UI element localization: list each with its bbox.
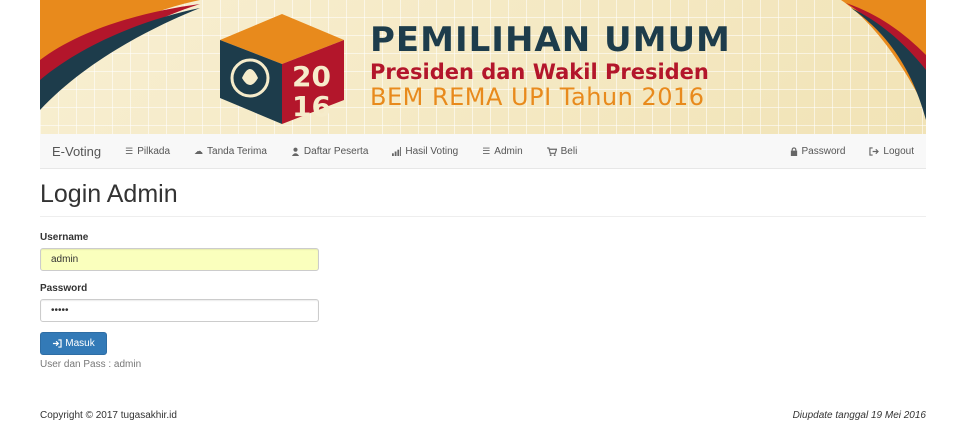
nav-item-label: Password (801, 145, 846, 157)
nav-item-hasil-voting[interactable]: Hasil Voting (380, 146, 470, 157)
nav-item-admin[interactable]: ☰ Admin (470, 146, 534, 157)
logo-year-bottom: 16 (292, 90, 331, 123)
page-title: Login Admin (40, 180, 178, 208)
password-label: Password (40, 283, 88, 294)
nav-item-label: Daftar Peserta (303, 145, 369, 157)
navbar-brand[interactable]: E-Voting (40, 144, 113, 159)
header-banner: 20 16 PEMILIHAN UMUM Presiden dan Wakil … (40, 0, 926, 134)
nav-item-password[interactable]: Password (778, 146, 858, 157)
right-swoosh-decoration (841, 0, 926, 120)
footer-copyright: Copyright © 2017 tugasakhir.id (40, 410, 177, 421)
banner-subtitle-year: BEM REMA UPI Tahun 2016 (370, 83, 705, 111)
password-field[interactable] (40, 299, 319, 322)
nav-item-label: Hasil Voting (405, 145, 459, 157)
left-swoosh-decoration (40, 0, 200, 110)
banner-subtitle: Presiden dan Wakil Presiden (370, 60, 709, 84)
logout-icon (869, 146, 880, 156)
cloud-icon: ☁ (194, 145, 204, 156)
footer-updated: Diupdate tanggal 19 Mei 2016 (792, 410, 926, 421)
navbar: E-Voting ☰ Pilkada ☁ Tanda Terima Daftar… (40, 134, 926, 169)
nav-item-pilkada[interactable]: ☰ Pilkada (113, 146, 182, 157)
banner-title: PEMILIHAN UMUM (370, 20, 731, 60)
nav-item-label: Logout (883, 145, 914, 157)
nav-item-label: Pilkada (137, 145, 171, 157)
nav-item-label: Beli (560, 145, 578, 157)
login-icon (52, 339, 62, 348)
login-hint: User dan Pass : admin (40, 359, 142, 370)
nav-item-label: Tanda Terima (207, 145, 267, 157)
page-header: Login Admin (40, 180, 926, 217)
user-icon (291, 147, 300, 156)
lock-icon (790, 146, 798, 156)
username-label: Username (40, 232, 89, 243)
nav-item-label: Admin (494, 145, 523, 157)
pemilu-logo: 20 16 (220, 14, 344, 124)
nav-item-logout[interactable]: Logout (857, 146, 926, 157)
login-button[interactable]: Masuk (40, 332, 107, 355)
login-button-label: Masuk (65, 338, 95, 349)
nav-item-beli[interactable]: Beli (535, 146, 590, 157)
username-field[interactable] (40, 248, 319, 271)
list-icon: ☰ (125, 145, 134, 156)
logo-year-top: 20 (292, 60, 331, 93)
cart-icon (546, 146, 557, 156)
list-icon: ☰ (482, 145, 491, 156)
signal-icon (392, 146, 402, 156)
nav-item-tanda-terima[interactable]: ☁ Tanda Terima (182, 146, 279, 157)
nav-item-daftar-peserta[interactable]: Daftar Peserta (279, 146, 380, 157)
